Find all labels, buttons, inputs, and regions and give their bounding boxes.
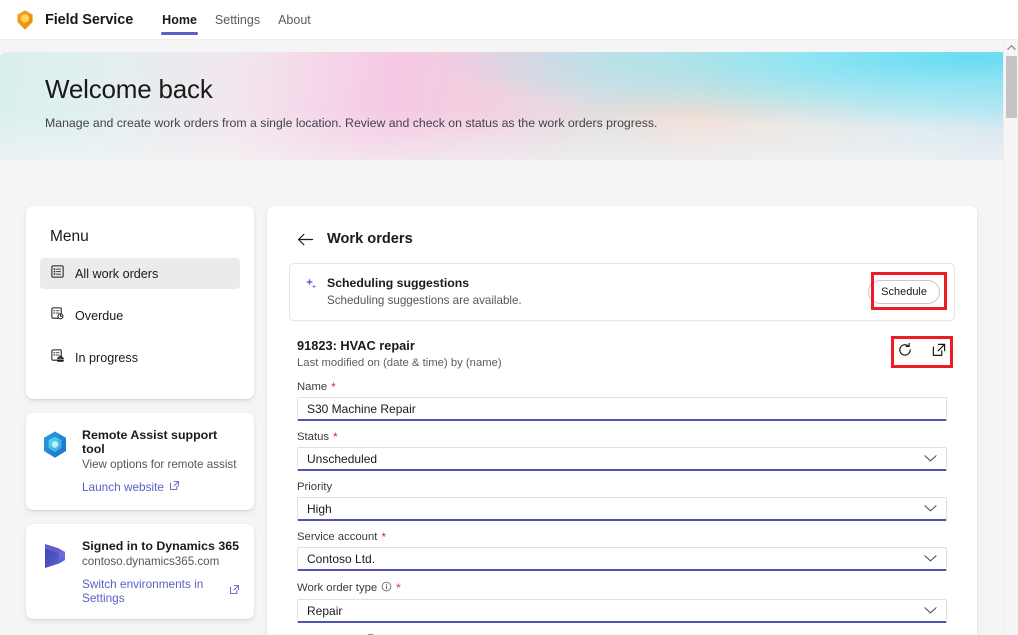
remote-assist-card: Remote Assist support tool View options … (26, 413, 254, 510)
name-input[interactable]: S30 Machine Repair (297, 397, 947, 421)
card-subtitle: Scheduling suggestions are available. (327, 294, 522, 307)
field-label: Status * (297, 431, 947, 443)
field-value: Unscheduled (307, 451, 378, 466)
chevron-down-icon (924, 604, 937, 618)
field-label: Work order type * (297, 581, 947, 595)
link-label: Switch environments in Settings (82, 577, 204, 605)
list-icon (50, 264, 65, 284)
nav-item-about[interactable]: About (269, 0, 320, 40)
dynamics365-card-body: Signed in to Dynamics 365 contoso.dynami… (82, 538, 240, 605)
main-nav: Home Settings About (153, 0, 320, 40)
work-order-title: 91823: HVAC repair (297, 338, 415, 353)
card-title: Signed in to Dynamics 365 (82, 539, 239, 553)
field-value: High (307, 501, 332, 516)
work-order-header: 91823: HVAC repair Last modified on (dat… (297, 336, 955, 369)
priority-select[interactable]: High (297, 497, 947, 521)
label-text: Name (297, 381, 328, 393)
field-value: Contoso Ltd. (307, 551, 376, 566)
open-in-new-icon (169, 480, 180, 494)
label-text: Status (297, 431, 330, 443)
page-subtitle: Manage and create work orders from a sin… (45, 116, 658, 130)
dynamics365-card: Signed in to Dynamics 365 contoso.dynami… (26, 524, 254, 619)
work-order-subtitle: Last modified on (date & time) by (name) (297, 357, 502, 369)
back-arrow-icon[interactable] (297, 232, 314, 247)
sidebar-item-overdue[interactable]: Overdue (40, 300, 240, 331)
card-subtitle: contoso.dynamics365.com (82, 555, 220, 568)
remote-assist-hexagon-icon (40, 427, 70, 460)
schedule-button[interactable]: Schedule (868, 280, 940, 304)
chevron-down-icon (924, 502, 937, 516)
panel-title: Work orders (327, 231, 413, 247)
work-order-form: Name * S30 Machine Repair Status * Unsch… (297, 381, 947, 635)
menu-heading: Menu (50, 228, 89, 245)
work-orders-panel: Work orders Scheduling suggestions Sched… (267, 206, 977, 635)
scheduling-suggestions-body: Scheduling suggestions Scheduling sugges… (327, 276, 522, 307)
required-asterisk: * (381, 530, 387, 544)
card-title: Scheduling suggestions (327, 276, 470, 290)
list-briefcase-icon (50, 348, 65, 368)
welcome-hero-banner: Welcome back Manage and create work orde… (0, 52, 1003, 160)
field-name: Name * S30 Machine Repair (297, 381, 947, 421)
field-service-logo-icon (12, 7, 38, 33)
link-label: Launch website (82, 480, 164, 494)
card-subtitle: View options for remote assist (82, 458, 237, 471)
service-account-select[interactable]: Contoso Ltd. (297, 547, 947, 571)
hero-gradient (0, 52, 1003, 160)
required-asterisk: * (333, 430, 338, 444)
field-service-account: Service account * Contoso Ltd. (297, 531, 947, 571)
info-icon[interactable] (381, 581, 392, 595)
sidebar: Menu All work orders Overdue In progress… (26, 206, 254, 619)
sidebar-item-label: All work orders (75, 266, 159, 281)
dynamics365-logo-icon (40, 538, 70, 571)
field-label: Service account * (297, 531, 947, 543)
field-priority: Priority High (297, 481, 947, 521)
page-scroll-region: Welcome back Manage and create work orde… (0, 40, 1003, 635)
field-value: S30 Machine Repair (307, 401, 416, 416)
scroll-thumb[interactable] (1006, 56, 1017, 118)
field-label: Priority (297, 481, 947, 493)
chevron-down-icon (924, 552, 937, 566)
status-select[interactable]: Unscheduled (297, 447, 947, 471)
sidebar-item-all-work-orders[interactable]: All work orders (40, 258, 240, 289)
field-value: Repair (307, 603, 343, 618)
label-text: Priority (297, 481, 333, 493)
switch-environments-link[interactable]: Switch environments in Settings (82, 577, 240, 605)
app-title: Field Service (45, 11, 134, 28)
sidebar-item-in-progress[interactable]: In progress (40, 342, 240, 373)
work-order-type-select[interactable]: Repair (297, 599, 947, 623)
sidebar-item-label: In progress (75, 350, 138, 365)
nav-item-home[interactable]: Home (153, 0, 206, 40)
panel-header: Work orders (297, 231, 955, 247)
list-clock-icon (50, 306, 65, 326)
refresh-icon[interactable] (897, 342, 913, 358)
launch-website-link[interactable]: Launch website (82, 480, 180, 494)
vertical-scrollbar[interactable] (1003, 40, 1018, 635)
required-asterisk: * (396, 581, 401, 595)
scheduling-suggestions-card: Scheduling suggestions Scheduling sugges… (289, 263, 955, 321)
sparkle-icon (304, 276, 318, 296)
page-title: Welcome back (45, 74, 213, 104)
scroll-up-arrow-icon[interactable] (1004, 40, 1018, 55)
work-order-actions (897, 342, 947, 358)
field-work-order-type: Work order type * Repair (297, 581, 947, 623)
app-header: Field Service Home Settings About (0, 0, 1018, 40)
open-in-new-icon (229, 584, 240, 598)
nav-item-settings[interactable]: Settings (206, 0, 269, 40)
label-text: Service account (297, 531, 378, 543)
label-text: Work order type (297, 582, 378, 594)
open-in-new-window-icon[interactable] (931, 342, 947, 358)
sidebar-item-label: Overdue (75, 308, 124, 323)
chevron-down-icon (924, 452, 937, 466)
remote-assist-card-body: Remote Assist support tool View options … (82, 427, 240, 496)
card-title: Remote Assist support tool (82, 428, 218, 456)
required-asterisk: * (331, 380, 336, 394)
menu-card: Menu All work orders Overdue In progress (26, 206, 254, 399)
field-status: Status * Unscheduled (297, 431, 947, 471)
field-label: Name * (297, 381, 947, 393)
